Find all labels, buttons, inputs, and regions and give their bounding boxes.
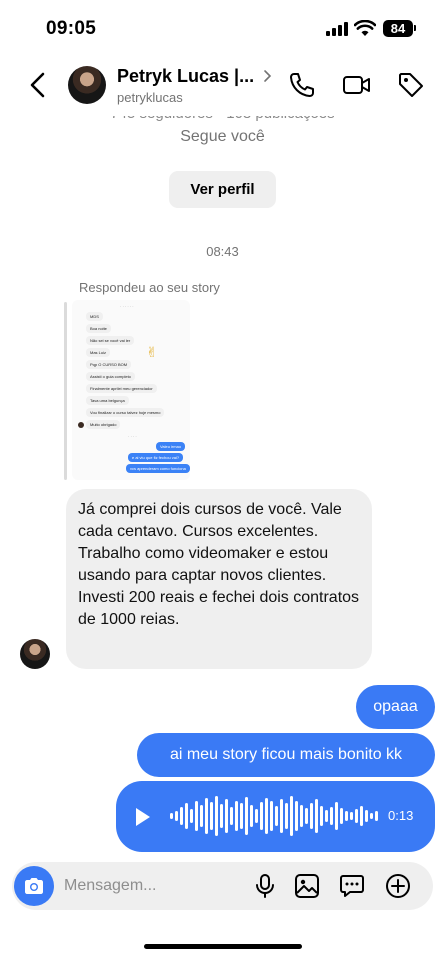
reply-quote-bar — [64, 302, 67, 480]
status-bar: 09:05 84 — [0, 0, 445, 58]
story-line: Tava uma belgunça — [86, 396, 129, 405]
story-line: Assisti o guia completo — [86, 372, 135, 381]
waveform-bar — [285, 803, 288, 829]
back-icon[interactable] — [24, 70, 52, 100]
camera-icon — [25, 878, 43, 894]
waveform-bar — [175, 811, 178, 821]
waveform-bar — [255, 809, 258, 823]
waveform-bar — [335, 802, 338, 830]
ok-hand-emoji-icon: ✌ — [146, 344, 158, 360]
waveform-bar — [350, 812, 353, 820]
waveform-bar — [305, 808, 308, 824]
story-avatar — [78, 422, 84, 428]
waveform-bar — [195, 801, 198, 831]
contact-username: petryklucas — [117, 90, 183, 105]
battery-indicator: 84 — [383, 20, 413, 37]
story-line: Boa noite — [86, 324, 111, 333]
waveform-bar — [315, 799, 318, 833]
story-header: · · · · · · — [120, 304, 134, 309]
waveform-bar — [300, 805, 303, 827]
video-icon[interactable] — [342, 71, 372, 99]
waveform-bar — [200, 805, 203, 827]
story-line: Mas Luiz — [86, 348, 111, 357]
story-line: Vou finalizar o curso talvez hoje mesmo — [86, 408, 165, 417]
story-blue-line: Valeu irmao — [156, 442, 186, 451]
story-blue-line: vcs aprenderam como funciona — [126, 464, 190, 473]
profile-avatar[interactable] — [68, 66, 106, 104]
waveform-bar — [260, 802, 263, 830]
waveform-bar — [265, 798, 268, 834]
waveform-bar — [325, 810, 328, 822]
microphone-icon[interactable] — [252, 873, 278, 899]
waveform-bar — [230, 807, 233, 825]
voice-message-bubble[interactable]: 0:13 — [116, 781, 435, 852]
waveform-bar — [310, 803, 313, 829]
waveform-bar — [225, 799, 228, 833]
waveform-bar — [220, 804, 223, 828]
message-input[interactable]: Mensagem... — [64, 877, 156, 895]
plus-icon[interactable] — [385, 873, 411, 899]
waveform-bar — [210, 802, 213, 830]
waveform-bar — [245, 797, 248, 835]
view-profile-button[interactable]: Ver perfil — [169, 171, 276, 208]
waveform-bar — [215, 796, 218, 836]
story-divider: · · · · — [128, 434, 137, 439]
waveform-bar — [375, 811, 378, 821]
message-timestamp: 08:43 — [206, 244, 239, 259]
waveform-bar — [365, 810, 368, 822]
sent-message-bubble[interactable]: opaaa — [356, 685, 435, 729]
story-line: MDS — [86, 312, 103, 321]
waveform-bar — [345, 811, 348, 821]
waveform-bar — [355, 809, 358, 823]
phone-icon[interactable] — [288, 71, 316, 99]
story-line: Muito obrigado — [86, 420, 121, 429]
sticker-icon[interactable] — [339, 873, 365, 899]
follows-you-label: Segue você — [180, 128, 265, 145]
waveform-bar — [290, 796, 293, 836]
waveform-bar — [340, 808, 343, 824]
wifi-icon — [354, 20, 376, 36]
chat-header: Petryk Lucas |... petryklucas — [0, 58, 445, 116]
waveform-bar — [190, 809, 193, 823]
waveform-bar — [250, 805, 253, 827]
waveform-bar — [275, 806, 278, 826]
battery-tip — [414, 25, 416, 31]
waveform-bar — [295, 801, 298, 831]
waveform-bar — [205, 798, 208, 834]
play-icon[interactable] — [136, 808, 150, 826]
sent-message-bubble[interactable]: ai meu story ficou mais bonito kk — [137, 733, 435, 777]
received-message-bubble[interactable]: Já comprei dois cursos de você. Vale cad… — [66, 489, 372, 669]
waveform-bar — [270, 801, 273, 831]
camera-button[interactable] — [14, 866, 54, 906]
story-line: Não sei se você vai ler — [86, 336, 135, 345]
status-time: 09:05 — [46, 18, 97, 39]
replied-to-story-label: Respondeu ao seu story — [79, 280, 220, 295]
waveform-bar — [180, 807, 183, 825]
contact-name[interactable]: Petryk Lucas |... — [117, 66, 254, 87]
home-indicator — [144, 944, 302, 949]
signal-icon — [326, 22, 348, 36]
waveform-bar — [185, 803, 188, 829]
waveform-bar — [360, 806, 363, 826]
waveform-bar — [240, 803, 243, 829]
waveform-bar — [370, 813, 373, 819]
gallery-icon[interactable] — [294, 873, 320, 899]
message-composer: Mensagem... — [12, 862, 433, 910]
story-line: Pqp O CURSO BOM — [86, 360, 132, 369]
tag-icon[interactable] — [397, 71, 425, 99]
waveform-bar — [235, 801, 238, 831]
waveform-bar — [170, 813, 173, 819]
story-blue-line: e ai viu que fiz fechou vai? — [128, 453, 184, 462]
sender-avatar[interactable] — [20, 639, 50, 669]
story-line: Finalmente aprilei meu gerenciador — [86, 384, 157, 393]
waveform-bar — [330, 807, 333, 825]
waveform-bar — [280, 799, 283, 833]
audio-waveform[interactable] — [170, 793, 386, 839]
chevron-right-icon[interactable] — [263, 68, 273, 84]
waveform-bar — [320, 806, 323, 826]
voice-duration: 0:13 — [388, 808, 414, 823]
story-preview[interactable]: · · · · · · MDS Boa noite Não sei se voc… — [72, 300, 190, 480]
